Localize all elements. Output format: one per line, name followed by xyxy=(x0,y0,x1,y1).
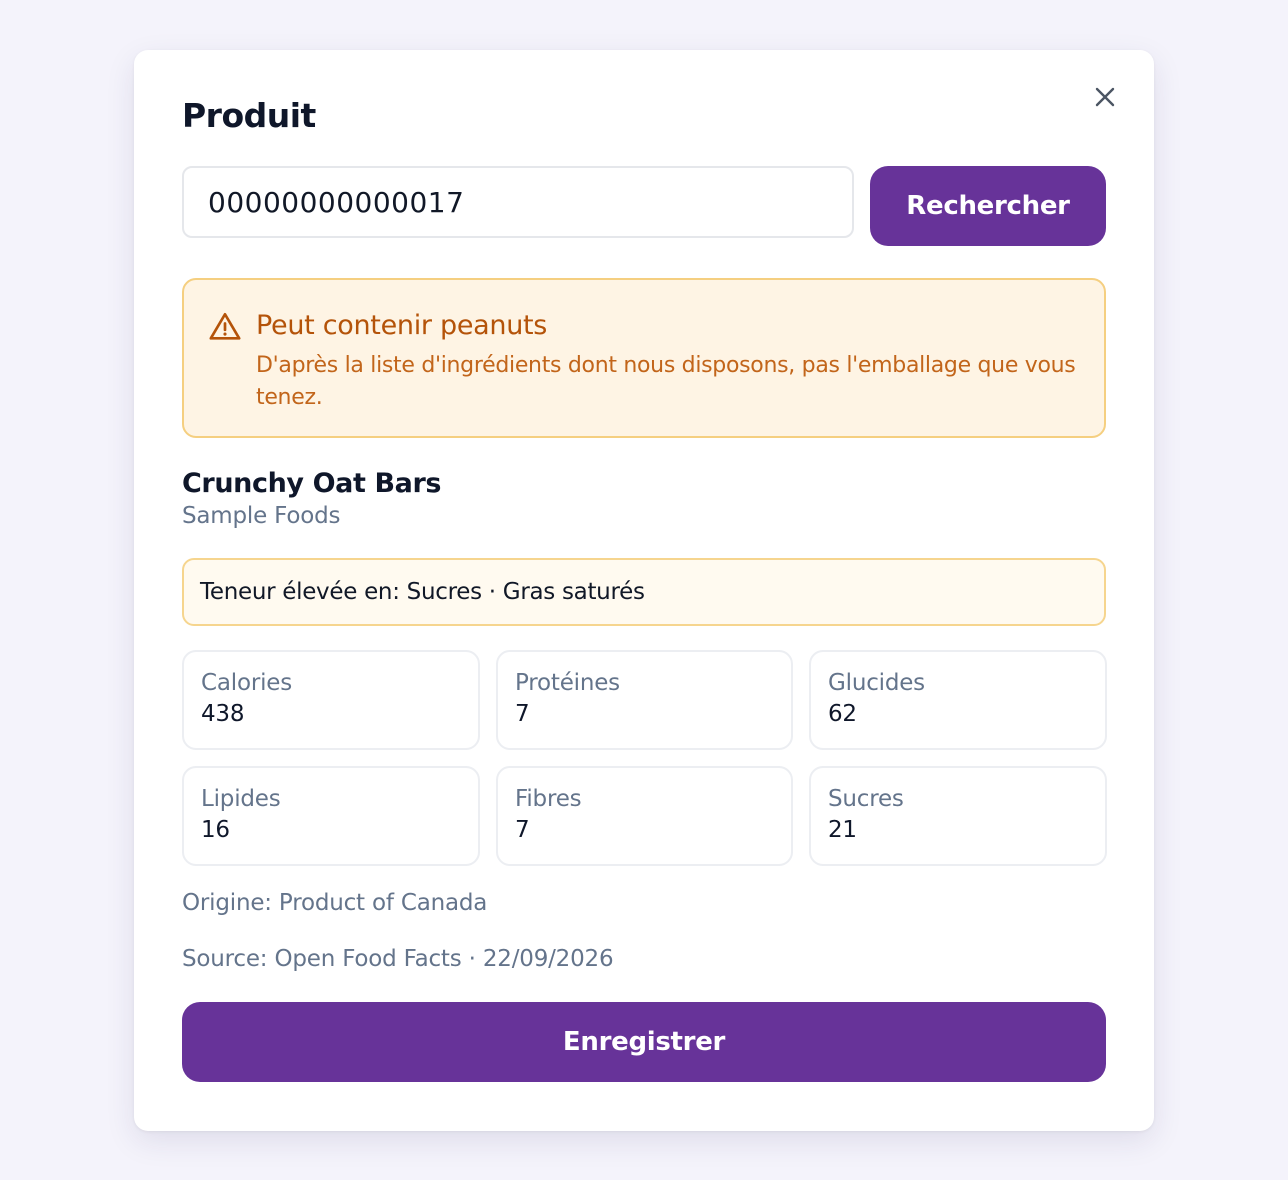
close-icon xyxy=(1095,87,1115,107)
nutrient-value: 62 xyxy=(828,701,857,727)
nutrient-card-lipides: Lipides 16 xyxy=(182,766,480,866)
nutrient-label: Sucres xyxy=(828,786,904,812)
nutrient-label: Glucides xyxy=(828,670,925,696)
nutrient-card-fibres: Fibres 7 xyxy=(496,766,793,866)
origin-text: Origine: Product of Canada xyxy=(182,890,488,916)
product-dialog: Produit Rechercher Peut contenir peanuts… xyxy=(134,50,1154,1131)
product-brand: Sample Foods xyxy=(182,503,341,529)
warning-text: D'après la liste d'ingrédients dont nous… xyxy=(256,353,1076,410)
allergen-warning: Peut contenir peanuts D'après la liste d… xyxy=(182,278,1106,438)
nutrient-value: 7 xyxy=(515,817,530,843)
nutrient-grid: Calories 438 Protéines 7 Glucides 62 Lip… xyxy=(182,650,1107,866)
nutrient-value: 16 xyxy=(201,817,230,843)
product-name: Crunchy Oat Bars xyxy=(182,468,442,499)
nutrient-label: Lipides xyxy=(201,786,281,812)
warning-title: Peut contenir peanuts xyxy=(256,310,548,341)
dialog-title: Produit xyxy=(182,96,316,135)
nutrient-value: 438 xyxy=(201,701,245,727)
save-button[interactable]: Enregistrer xyxy=(182,1002,1106,1082)
search-button[interactable]: Rechercher xyxy=(870,166,1106,246)
nutrient-card-glucides: Glucides 62 xyxy=(809,650,1107,750)
high-content-notice: Teneur élevée en: Sucres · Gras saturés xyxy=(182,558,1106,626)
nutrient-value: 7 xyxy=(515,701,530,727)
source-text: Source: Open Food Facts · 22/09/2026 xyxy=(182,946,614,972)
nutrient-card-calories: Calories 438 xyxy=(182,650,480,750)
warning-triangle-icon xyxy=(209,312,241,340)
nutrient-label: Calories xyxy=(201,670,292,696)
close-button[interactable] xyxy=(1090,82,1120,112)
nutrient-value: 21 xyxy=(828,817,857,843)
barcode-search-input[interactable] xyxy=(182,166,854,238)
nutrient-card-proteines: Protéines 7 xyxy=(496,650,793,750)
nutrient-label: Protéines xyxy=(515,670,620,696)
nutrient-card-sucres: Sucres 21 xyxy=(809,766,1107,866)
nutrient-label: Fibres xyxy=(515,786,582,812)
